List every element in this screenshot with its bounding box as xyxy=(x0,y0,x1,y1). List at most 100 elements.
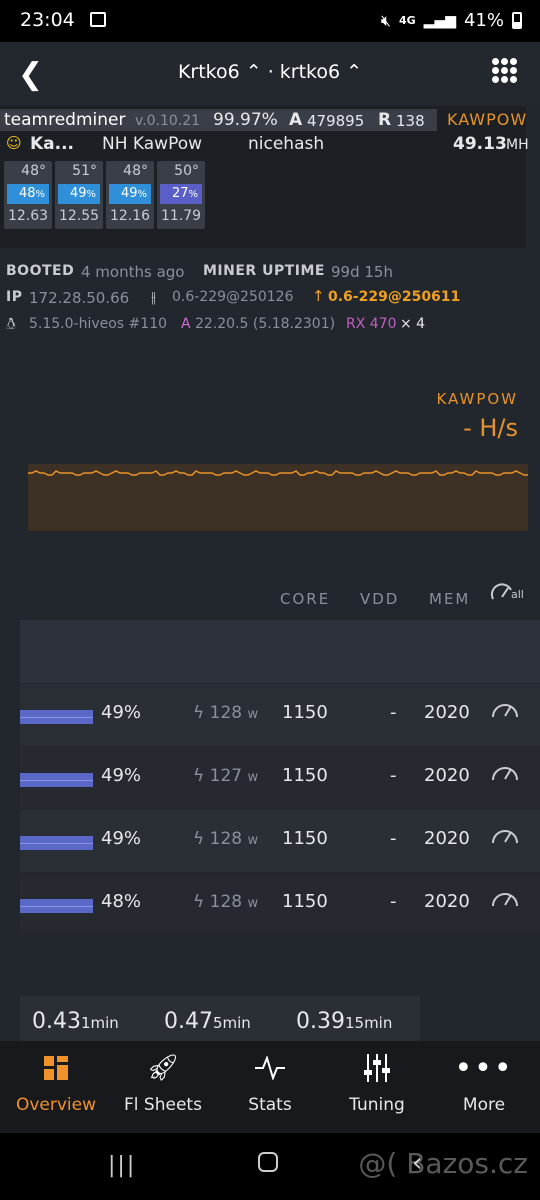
algo-label: KAWPOW xyxy=(447,110,528,129)
fan-percent: 49% xyxy=(101,828,142,849)
nav-stats[interactable]: Stats xyxy=(216,1041,324,1133)
tune-gpu-icon[interactable] xyxy=(490,826,520,850)
mem-clock: 2020 xyxy=(424,828,470,849)
sliders-icon xyxy=(323,1053,431,1083)
gpu-cell[interactable]: 48° 48% 12.63 xyxy=(4,161,52,229)
gpu-model: RX 470 xyxy=(346,316,397,332)
nav-tuning[interactable]: Tuning xyxy=(323,1041,431,1133)
hive-version: 0.6-229@250126 xyxy=(172,289,294,305)
mem-clock: 2020 xyxy=(424,765,470,786)
nav-label: Stats xyxy=(248,1095,292,1115)
table-row[interactable]: 48% ϟ 128 w 1150 - 2020 xyxy=(20,873,540,935)
status-icons: 🔇︎ 4G ▂▄▆ 41% xyxy=(381,10,522,31)
power-value: ϟ 127 w xyxy=(193,766,259,786)
gpu-hashrate: 11.79 xyxy=(160,208,202,224)
tune-gpu-icon[interactable] xyxy=(490,763,520,787)
wallet-name: Ka... xyxy=(30,134,75,154)
update-arrow-icon: ↑ xyxy=(312,287,325,305)
nav-label: More xyxy=(462,1095,506,1115)
gpu-hashrate: 12.63 xyxy=(7,208,49,224)
nav-more[interactable]: ••• More xyxy=(430,1041,538,1133)
clock: 23:04 xyxy=(20,9,75,31)
gpu-temp: 51° xyxy=(72,163,97,179)
gpu-cell[interactable]: 51° 49% 12.55 xyxy=(55,161,103,229)
power-value: ϟ 128 w xyxy=(193,703,259,723)
nav-overview[interactable]: Overview xyxy=(2,1041,110,1133)
accepted-percent: 99.97% xyxy=(213,110,278,130)
status-bar: 23:04 🔇︎ 4G ▂▄▆ 41% xyxy=(0,0,540,42)
accepted-label: A xyxy=(289,110,303,130)
load-average: 0.431min 0.475min 0.3915min xyxy=(20,996,420,1046)
rejected-label: R xyxy=(378,110,392,130)
nav-label: Overview xyxy=(15,1095,97,1115)
gpu-hashrate: 12.55 xyxy=(58,208,100,224)
power-value: ϟ 128 w xyxy=(193,829,259,849)
hive-update[interactable]: 0.6-229@250611 xyxy=(328,289,460,305)
gpu-fan: 27% xyxy=(160,184,202,204)
bolt-icon: ϟ xyxy=(193,892,205,912)
tune-gpu-icon[interactable] xyxy=(490,889,520,913)
uptime-value: 99d 15h xyxy=(331,263,393,281)
battery-level: 41% xyxy=(463,10,504,31)
tune-all-label: all xyxy=(511,588,524,601)
gpu-temp: 48° xyxy=(123,163,148,179)
amd-driver: 22.20.5 (5.18.2301) xyxy=(195,316,336,332)
gpu-temp: 48° xyxy=(21,163,46,179)
nav-label: Fl Sheets xyxy=(124,1095,202,1115)
vdd-header: VDD xyxy=(360,590,400,608)
grid-menu-icon[interactable] xyxy=(492,58,518,84)
fan-percent: 49% xyxy=(101,702,142,723)
chart-algo: KAWPOW xyxy=(436,390,518,408)
rig-title[interactable]: Krtko6 ⌃ · krtko6 ⌃ xyxy=(0,61,540,83)
table-row[interactable]: 49% ϟ 128 w 1150 - 2020 xyxy=(20,810,540,872)
gpu-count: × 4 xyxy=(400,316,426,332)
bottom-nav: Overview 🚀︎ Fl Sheets Stats Tuning ••• More xyxy=(0,1041,540,1133)
bolt-icon: ϟ xyxy=(193,703,205,723)
mute-icon: 🔇︎ xyxy=(380,10,391,30)
load-value: 0.3915min xyxy=(296,1009,393,1034)
watermark: @( Bazos.cz xyxy=(358,1147,528,1180)
gpu-cell[interactable]: 50° 27% 11.79 xyxy=(157,161,205,229)
ip-address: 172.28.50.66 xyxy=(29,289,130,307)
wallet-icon: ☺ xyxy=(6,134,22,152)
home-icon[interactable] xyxy=(258,1152,278,1172)
table-row[interactable]: 49% ϟ 127 w 1150 - 2020 xyxy=(20,747,540,809)
booted-value: 4 months ago xyxy=(81,263,185,281)
tune-gpu-icon[interactable] xyxy=(490,700,520,724)
ip-label: IP xyxy=(6,289,23,305)
hashrate-chart[interactable]: KAWPOW - H/s xyxy=(0,368,540,568)
bolt-icon: ϟ xyxy=(193,766,205,786)
vdd-value: - xyxy=(390,765,397,786)
fan-bar xyxy=(20,773,93,787)
app-header: ❮ Krtko6 ⌃ · krtko6 ⌃ xyxy=(0,42,540,104)
miner-name: teamredminer xyxy=(4,110,126,130)
vdd-value: - xyxy=(390,702,397,723)
mem-header: MEM xyxy=(429,590,471,608)
core-clock: 1150 xyxy=(282,828,328,849)
bolt-icon: ϟ xyxy=(193,829,205,849)
table-row[interactable]: 49% ϟ 128 w 1150 - 2020 xyxy=(20,684,540,746)
fan-bar xyxy=(20,899,93,913)
core-header: CORE xyxy=(280,590,331,608)
fan-percent: 49% xyxy=(101,765,142,786)
core-clock: 1150 xyxy=(282,765,328,786)
accepted-shares: 479895 xyxy=(307,112,365,130)
fan-bar xyxy=(20,710,93,724)
hashrate-unit: MH xyxy=(506,137,529,153)
pool-name: nicehash xyxy=(248,134,325,154)
overview-icon xyxy=(2,1053,110,1083)
battery-icon xyxy=(512,12,522,29)
kernel-version: 5.15.0-hiveos #110 xyxy=(29,316,168,332)
gpu-hashrate: 12.16 xyxy=(109,208,151,224)
core-clock: 1150 xyxy=(282,891,328,912)
hive-icon: ⫲ xyxy=(151,288,156,306)
more-icon: ••• xyxy=(454,1050,514,1086)
gpu-cell[interactable]: 48° 49% 12.16 xyxy=(106,161,154,229)
nav-fl-sheets[interactable]: 🚀︎ Fl Sheets xyxy=(109,1041,217,1133)
booted-label: BOOTED xyxy=(6,263,75,279)
rejected-shares: 138 xyxy=(396,112,425,130)
nav-label: Tuning xyxy=(349,1095,405,1115)
mem-clock: 2020 xyxy=(424,702,470,723)
system-nav: ||| ‹ @( Bazos.cz xyxy=(0,1133,540,1200)
recents-icon[interactable]: ||| xyxy=(108,1153,136,1178)
